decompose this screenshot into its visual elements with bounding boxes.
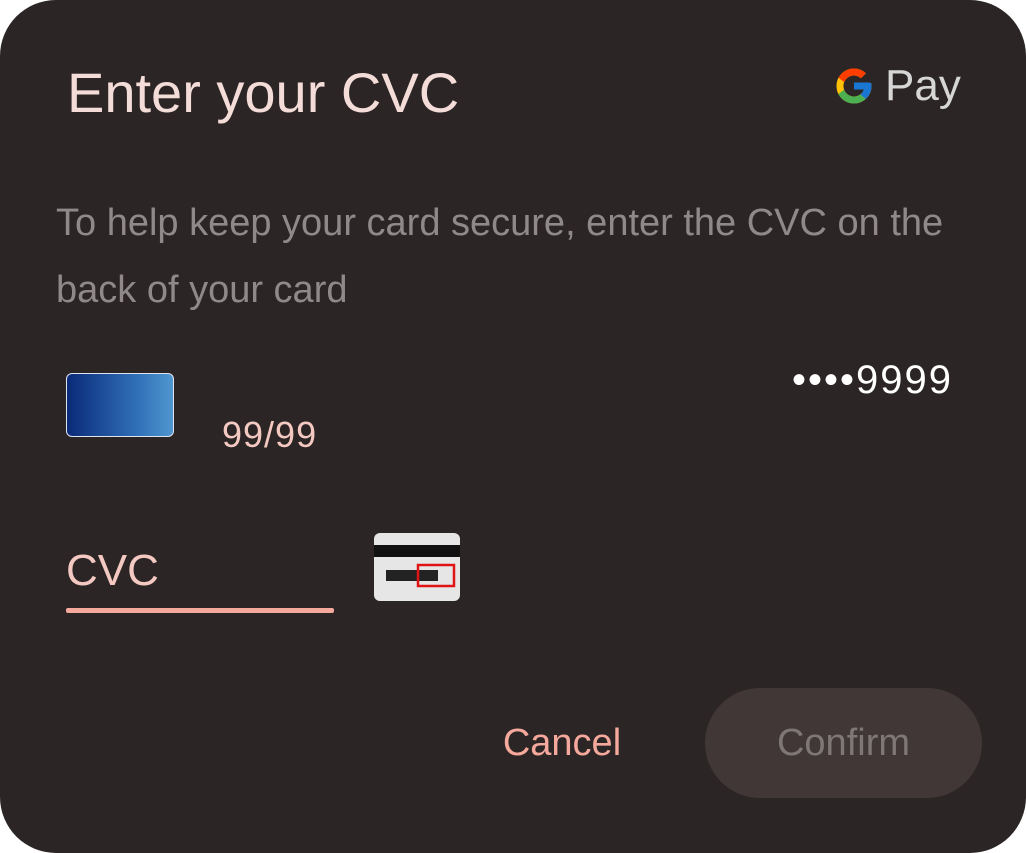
google-pay-logo: Pay (833, 64, 961, 108)
cvc-input[interactable] (66, 536, 334, 606)
card-expiry: 99/99 (222, 414, 318, 455)
pay-label: Pay (885, 61, 961, 110)
cvc-field[interactable] (66, 536, 334, 614)
cancel-button[interactable]: Cancel (482, 688, 642, 798)
cvc-input-underline (66, 608, 334, 613)
google-g-icon (833, 65, 875, 107)
card-back-cvc-icon (374, 533, 460, 601)
card-masked-number: ••••9999 (792, 358, 953, 402)
cvc-dialog: Enter your CVC Pay To help keep your car… (0, 0, 1026, 853)
confirm-button[interactable]: Confirm (705, 688, 982, 798)
dialog-description: To help keep your card secure, enter the… (56, 202, 944, 311)
dialog-title: Enter your CVC (67, 61, 460, 124)
dialog-actions: Cancel Confirm (0, 688, 1026, 798)
credit-card-icon (66, 373, 174, 437)
